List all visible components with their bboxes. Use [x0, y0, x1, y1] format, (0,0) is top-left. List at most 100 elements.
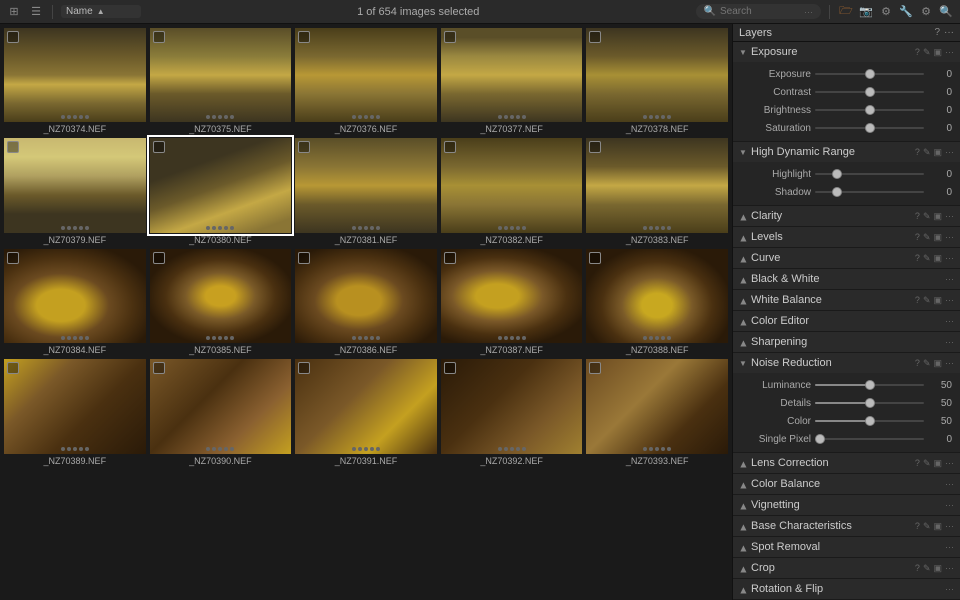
section-header-color_balance[interactable]: ▶Color Balance··· — [733, 474, 960, 494]
list-item[interactable]: _NZ70392.NEF — [441, 359, 583, 465]
list-item[interactable]: _NZ70375.NEF — [150, 28, 292, 134]
thumbnail-checkbox[interactable] — [7, 362, 19, 374]
thumbnail-checkbox[interactable] — [153, 141, 165, 153]
list-item[interactable]: _NZ70383.NEF — [586, 138, 728, 244]
section-header-exposure[interactable]: ▼Exposure?✎▣··· — [733, 42, 960, 62]
film-icon[interactable]: ▣ — [933, 358, 942, 369]
grid-view-icon[interactable]: ⊞ — [6, 4, 22, 20]
thumbnail-checkbox[interactable] — [444, 31, 456, 43]
section-header-wb[interactable]: ▶White Balance?✎▣··· — [733, 290, 960, 310]
more-icon[interactable]: ··· — [945, 47, 954, 57]
brush-icon[interactable]: ✎ — [923, 521, 931, 532]
thumbnail-checkbox[interactable] — [444, 362, 456, 374]
search-box[interactable]: 🔍 ··· — [696, 4, 821, 19]
more-icon[interactable]: ··· — [945, 458, 954, 468]
list-item[interactable]: _NZ70390.NEF — [150, 359, 292, 465]
section-header-spot_removal[interactable]: ▶Spot Removal··· — [733, 537, 960, 557]
list-item[interactable]: _NZ70377.NEF — [441, 28, 583, 134]
help-icon[interactable]: ? — [915, 563, 920, 573]
more-icon[interactable]: ··· — [945, 479, 954, 489]
film-icon[interactable]: ▣ — [933, 147, 942, 158]
thumbnail-checkbox[interactable] — [298, 141, 310, 153]
list-item[interactable]: _NZ70391.NEF — [295, 359, 437, 465]
share-icon[interactable]: ⚙ — [918, 4, 934, 20]
more-icon[interactable]: ··· — [945, 232, 954, 242]
section-header-bw[interactable]: ▶Black & White··· — [733, 269, 960, 289]
search-options-icon[interactable]: ··· — [804, 7, 813, 17]
camera-icon[interactable]: 📷 — [858, 4, 874, 20]
film-icon[interactable]: ▣ — [933, 458, 942, 469]
list-item[interactable]: _NZ70378.NEF — [586, 28, 728, 134]
section-header-clarity[interactable]: ▶Clarity?✎▣··· — [733, 206, 960, 226]
param-slider-shadow[interactable] — [815, 191, 924, 193]
help-icon[interactable]: ? — [915, 253, 920, 263]
section-header-vignetting[interactable]: ▶Vignetting··· — [733, 495, 960, 515]
list-item[interactable]: _NZ70381.NEF — [295, 138, 437, 244]
section-header-crop[interactable]: ▶Crop?✎▣··· — [733, 558, 960, 578]
list-view-icon[interactable]: ☰ — [28, 4, 44, 20]
more-icon[interactable]: ··· — [945, 316, 954, 326]
search-input[interactable] — [720, 6, 800, 17]
brush-icon[interactable]: ✎ — [923, 232, 931, 243]
layers-help-icon[interactable]: ? — [934, 27, 940, 38]
settings-icon[interactable]: ⚙ — [878, 4, 894, 20]
list-item[interactable]: _NZ70384.NEF — [4, 249, 146, 355]
more-icon[interactable]: ··· — [945, 147, 954, 157]
more-icon[interactable]: ··· — [945, 274, 954, 284]
film-icon[interactable]: ▣ — [933, 211, 942, 222]
list-item[interactable]: _NZ70376.NEF — [295, 28, 437, 134]
list-item[interactable]: _NZ70385.NEF — [150, 249, 292, 355]
sort-control[interactable]: Name ▲ — [61, 5, 141, 18]
param-slider-details[interactable] — [815, 402, 924, 404]
section-header-rotation[interactable]: ▶Rotation & Flip··· — [733, 579, 960, 599]
list-item[interactable]: _NZ70380.NEF — [150, 138, 292, 244]
thumbnail-checkbox[interactable] — [298, 31, 310, 43]
section-header-lens_correction[interactable]: ▶Lens Correction?✎▣··· — [733, 453, 960, 473]
film-icon[interactable]: ▣ — [933, 563, 942, 574]
thumbnail-checkbox[interactable] — [444, 141, 456, 153]
thumbnail-checkbox[interactable] — [589, 362, 601, 374]
list-item[interactable]: _NZ70379.NEF — [4, 138, 146, 244]
help-icon[interactable]: ? — [915, 358, 920, 368]
brush-icon[interactable]: ✎ — [923, 253, 931, 264]
list-item[interactable]: _NZ70389.NEF — [4, 359, 146, 465]
section-header-base_char[interactable]: ▶Base Characteristics?✎▣··· — [733, 516, 960, 536]
thumbnail-checkbox[interactable] — [153, 252, 165, 264]
list-item[interactable]: _NZ70374.NEF — [4, 28, 146, 134]
more-icon[interactable]: ··· — [945, 563, 954, 573]
film-icon[interactable]: ▣ — [933, 47, 942, 58]
section-header-color_editor[interactable]: ▶Color Editor··· — [733, 311, 960, 331]
help-icon[interactable]: ? — [915, 147, 920, 157]
brush-icon[interactable]: ✎ — [923, 147, 931, 158]
thumbnail-checkbox[interactable] — [7, 31, 19, 43]
thumbnail-checkbox[interactable] — [444, 252, 456, 264]
list-item[interactable]: _NZ70387.NEF — [441, 249, 583, 355]
list-item[interactable]: _NZ70393.NEF — [586, 359, 728, 465]
section-header-curve[interactable]: ▶Curve?✎▣··· — [733, 248, 960, 268]
more-icon[interactable]: ··· — [945, 337, 954, 347]
param-slider-exposure[interactable] — [815, 73, 924, 75]
more-icon[interactable]: ··· — [945, 211, 954, 221]
help-icon[interactable]: ? — [915, 47, 920, 57]
list-item[interactable]: _NZ70382.NEF — [441, 138, 583, 244]
thumbnail-checkbox[interactable] — [153, 31, 165, 43]
film-icon[interactable]: ▣ — [933, 295, 942, 306]
search-global-icon[interactable]: 🔍 — [938, 4, 954, 20]
help-icon[interactable]: ? — [915, 232, 920, 242]
param-slider-contrast[interactable] — [815, 91, 924, 93]
section-header-levels[interactable]: ▶Levels?✎▣··· — [733, 227, 960, 247]
thumbnail-checkbox[interactable] — [589, 31, 601, 43]
thumbnail-checkbox[interactable] — [589, 252, 601, 264]
param-slider-highlight[interactable] — [815, 173, 924, 175]
more-icon[interactable]: ··· — [945, 358, 954, 368]
brush-icon[interactable]: ✎ — [923, 47, 931, 58]
thumbnail-checkbox[interactable] — [589, 141, 601, 153]
help-icon[interactable]: ? — [915, 295, 920, 305]
thumbnail-checkbox[interactable] — [298, 362, 310, 374]
param-slider-brightness[interactable] — [815, 109, 924, 111]
brush-icon[interactable]: ✎ — [923, 458, 931, 469]
tools-icon[interactable]: 🔧 — [898, 4, 914, 20]
thumbnail-checkbox[interactable] — [153, 362, 165, 374]
more-icon[interactable]: ··· — [945, 500, 954, 510]
more-icon[interactable]: ··· — [945, 584, 954, 594]
